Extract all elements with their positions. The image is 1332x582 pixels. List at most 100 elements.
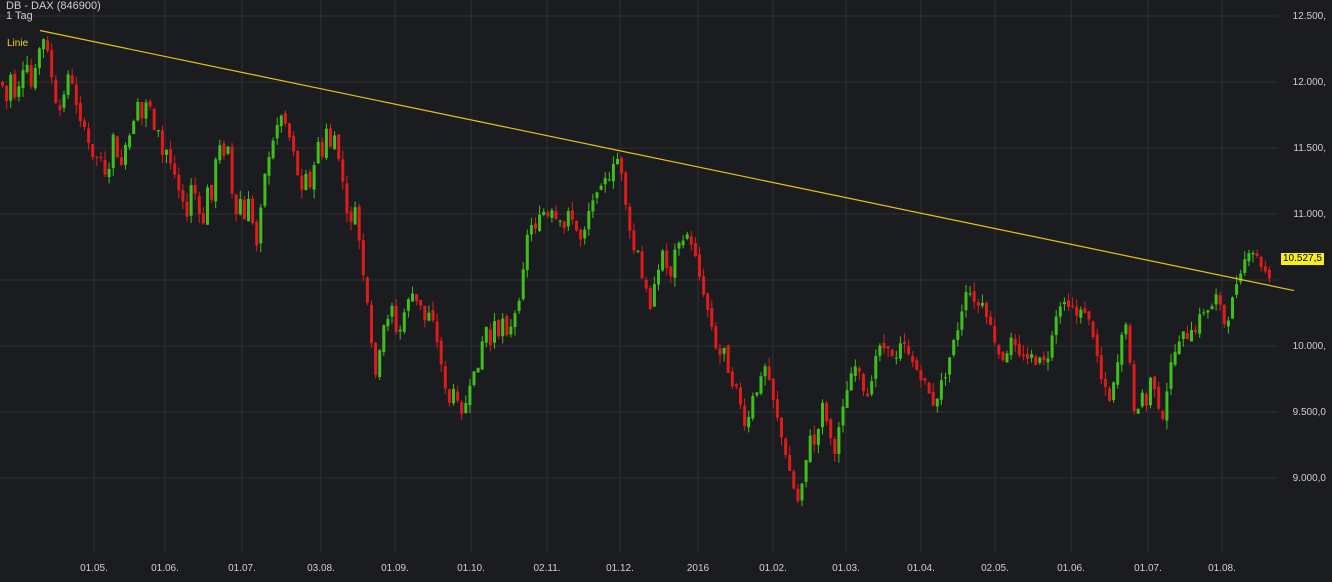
- candle-body: [62, 94, 66, 108]
- candle-body: [784, 438, 788, 455]
- candle-body: [267, 156, 271, 176]
- y-tick-label: 9.000,0: [1293, 473, 1327, 484]
- candle-body: [1050, 335, 1054, 358]
- candle-body: [1149, 377, 1152, 406]
- candle-body: [357, 206, 361, 241]
- candle-body: [890, 349, 894, 357]
- candle-body: [439, 340, 443, 365]
- candle-body: [693, 243, 697, 257]
- candle-body: [763, 366, 767, 377]
- candle-body: [1239, 273, 1243, 282]
- candle-body: [931, 391, 935, 406]
- candle-body: [74, 84, 78, 105]
- candle-body: [308, 171, 312, 188]
- candle-body: [160, 130, 164, 155]
- x-tick-label: 01.04.: [907, 563, 935, 574]
- candle-body: [821, 402, 824, 428]
- candles: [1, 36, 1271, 507]
- candle-body: [661, 250, 665, 271]
- candle-body: [1034, 356, 1038, 365]
- candle-body: [1017, 343, 1021, 356]
- candle-body: [882, 342, 886, 349]
- candle-body: [722, 347, 726, 354]
- candle-body: [853, 366, 857, 376]
- candle-body: [816, 429, 820, 445]
- candle-body: [546, 212, 550, 217]
- candle-body: [812, 434, 816, 445]
- candle-body: [964, 292, 968, 311]
- candle-body: [177, 174, 181, 191]
- candle-body: [1026, 353, 1029, 359]
- candle-body: [1222, 304, 1226, 324]
- candle-body: [1046, 358, 1050, 363]
- candle-body: [443, 366, 447, 389]
- candle-body: [566, 211, 570, 227]
- candle-body: [21, 70, 25, 89]
- candle-body: [1251, 252, 1255, 255]
- candle-body: [1120, 334, 1124, 365]
- candle-body: [361, 240, 365, 275]
- candle-body: [550, 210, 554, 218]
- candle-body: [734, 384, 738, 387]
- candle-body: [960, 311, 964, 330]
- candle-body: [1157, 386, 1161, 409]
- candle-body: [431, 310, 435, 321]
- candle-body: [706, 293, 710, 311]
- candle-body: [206, 187, 209, 225]
- candle-body: [214, 159, 218, 202]
- y-tick-label: 10.000,: [1293, 341, 1326, 352]
- candle-body: [263, 173, 267, 206]
- candle-body: [710, 307, 714, 327]
- x-tick-label: 03.08.: [307, 563, 335, 574]
- candle-body: [1, 82, 4, 86]
- candle-body: [517, 300, 521, 311]
- candle-body: [1042, 356, 1046, 361]
- candle-body: [251, 198, 255, 224]
- candle-body: [1165, 391, 1169, 421]
- candle-body: [132, 121, 136, 135]
- candle-body: [1263, 266, 1267, 272]
- candle-body: [1001, 351, 1005, 361]
- candle-body: [275, 124, 279, 139]
- x-tick-label: 01.05.: [80, 563, 108, 574]
- candle-body: [702, 276, 706, 295]
- candle-body: [189, 185, 193, 216]
- candle-body: [50, 50, 54, 78]
- candle-body: [759, 376, 763, 394]
- x-tick-label: 01.07.: [228, 563, 256, 574]
- candle-body: [1103, 378, 1107, 387]
- candle-body: [115, 136, 119, 158]
- candle-body: [349, 211, 353, 222]
- candle-body: [993, 326, 997, 343]
- x-tick-label: 02.05.: [981, 563, 1009, 574]
- candle-body: [923, 378, 927, 381]
- candle-body: [952, 340, 956, 356]
- candle-body: [111, 134, 115, 169]
- candle-body: [521, 269, 525, 300]
- candle-body: [681, 240, 685, 246]
- candle-body: [1173, 351, 1177, 365]
- candle-body: [103, 159, 107, 175]
- candle-body: [447, 389, 451, 403]
- candle-body: [948, 357, 952, 375]
- candle-body: [652, 284, 656, 307]
- candle-body: [1144, 394, 1148, 406]
- candle-body: [796, 488, 800, 502]
- candle-body: [136, 101, 140, 121]
- candle-body: [980, 302, 984, 306]
- candle-body: [185, 201, 189, 217]
- candle-body: [255, 221, 259, 246]
- candle-body: [611, 163, 615, 182]
- candle-body: [1030, 354, 1034, 358]
- candle-body: [603, 178, 607, 185]
- candle-body: [472, 371, 476, 386]
- candle-body: [689, 236, 693, 245]
- candle-body: [1128, 325, 1132, 363]
- x-tick-label: 01.06.: [1057, 563, 1085, 574]
- candle-body: [1136, 408, 1140, 414]
- candle-body: [95, 156, 99, 158]
- candle-body: [972, 291, 976, 302]
- candle-body: [1095, 334, 1099, 357]
- candle-body: [292, 135, 296, 152]
- candle-body: [677, 242, 681, 249]
